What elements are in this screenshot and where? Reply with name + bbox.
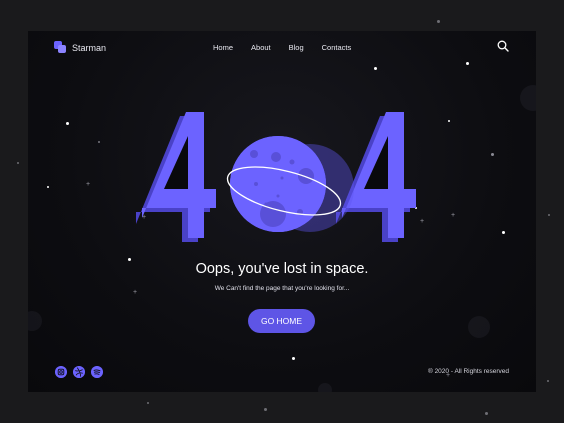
brand-logo[interactable]: Starman	[54, 41, 106, 54]
nav-item-blog[interactable]: Blog	[289, 43, 304, 52]
background-star	[547, 380, 549, 382]
faint-planet	[28, 311, 42, 331]
spotify-icon[interactable]	[91, 366, 103, 378]
go-home-button[interactable]: GO HOME	[248, 309, 315, 333]
star	[491, 153, 494, 156]
moon-zero	[226, 136, 354, 232]
background-star	[548, 214, 550, 216]
background-star	[147, 402, 149, 404]
nav-menu: Home About Blog Contacts	[213, 43, 369, 52]
nav-item-contacts[interactable]: Contacts	[322, 43, 352, 52]
star	[66, 122, 69, 125]
background-star	[485, 412, 488, 415]
faint-planet	[318, 383, 332, 392]
instagram-icon[interactable]	[55, 366, 67, 378]
sparkle: +	[86, 181, 91, 188]
error-subtext: We Can't find the page that you're looki…	[214, 285, 350, 292]
digit-four-left	[136, 112, 216, 242]
dribbble-icon[interactable]	[73, 366, 85, 378]
nav-item-home[interactable]: Home	[213, 43, 233, 52]
sparkle: +	[420, 218, 425, 225]
starman-logo-icon	[54, 41, 67, 54]
page-frame: + + + + + + Starman Home About Blog Cont…	[28, 31, 536, 392]
faint-planet	[520, 85, 536, 111]
error-headline: Oops, you've lost in space.	[195, 261, 369, 277]
error-code-illustration	[136, 112, 416, 242]
top-nav: Starman Home About Blog Contacts	[28, 31, 536, 65]
star	[292, 357, 295, 360]
copyright-text: ® 2020 - All Rights reserved	[427, 368, 509, 375]
search-icon[interactable]	[497, 40, 509, 52]
brand-name: Starman	[72, 42, 107, 53]
star	[47, 186, 49, 188]
star	[448, 120, 450, 122]
star	[502, 231, 505, 234]
star	[98, 141, 100, 143]
sparkle: +	[451, 212, 456, 219]
background-star	[17, 162, 19, 164]
star	[374, 67, 377, 70]
background-star	[264, 408, 267, 411]
faint-planet	[468, 316, 490, 338]
nav-item-about[interactable]: About	[251, 43, 271, 52]
background-star	[437, 20, 440, 23]
